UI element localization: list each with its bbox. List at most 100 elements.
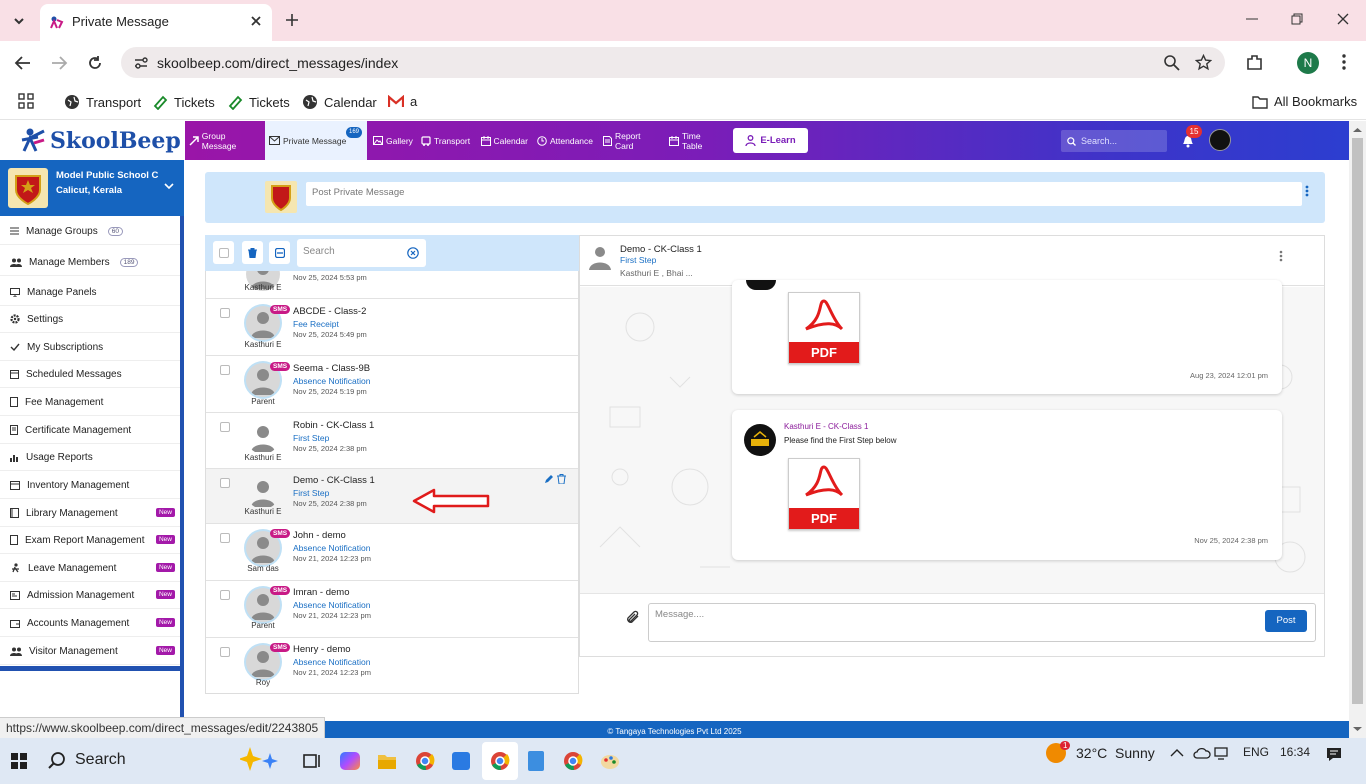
file-explorer-icon[interactable] [377,752,397,770]
list-item[interactable]: SMS John - demo Absence Notification Nov… [206,524,578,581]
clock-time[interactable]: 16:34 [1280,745,1310,759]
apps-grid-icon[interactable] [18,93,34,109]
nav-attendance[interactable]: Attendance [533,121,599,160]
scrollbar-thumb[interactable] [1352,138,1363,704]
sidebar-item-settings[interactable]: Settings [0,306,180,333]
task-view-icon[interactable] [303,752,321,770]
row-checkbox[interactable] [220,365,230,375]
row-checkbox[interactable] [220,422,230,432]
pdf-attachment[interactable]: PDF [788,458,860,530]
compose-menu-icon[interactable] [1305,185,1309,197]
nav-search-input[interactable]: Search... [1061,130,1167,152]
forward-icon[interactable] [50,54,68,72]
delete-trash-icon[interactable] [557,474,566,484]
extensions-icon[interactable] [1245,53,1264,72]
sidebar-item-my-subscriptions[interactable]: My Subscriptions [0,334,180,361]
paint-icon[interactable] [600,751,620,771]
list-item[interactable]: SMS Henry - demo Absence Notification No… [206,638,578,693]
chat-menu-icon[interactable] [1279,250,1283,262]
minimize-icon[interactable] [1245,12,1259,26]
edit-pencil-icon[interactable] [544,474,554,484]
all-bookmarks[interactable]: All Bookmarks [1252,94,1357,109]
sidebar-item-visitor-management[interactable]: Visitor Management New [0,638,180,665]
nav-private-message[interactable]: Private Message 169 [265,121,367,160]
restore-icon[interactable] [1290,12,1304,26]
network-icon[interactable] [1214,746,1230,760]
paperclip-icon[interactable] [625,609,641,625]
list-item[interactable]: Nov 25, 2024 5:53 pm Kasthuri E [206,257,578,299]
browser-tab[interactable]: Private Message [40,4,272,41]
delete-trash-icon[interactable] [242,241,263,264]
compose-input[interactable]: Post Private Message [306,182,1302,206]
chrome-icon[interactable] [415,751,435,771]
new-tab-icon[interactable] [284,12,300,28]
school-selector[interactable]: Model Public School C Calicut, Kerala [0,160,184,216]
list-item[interactable]: SMS Seema - Class-9B Absence Notificatio… [206,356,578,413]
chrome-icon[interactable] [563,751,583,771]
close-window-icon[interactable] [1336,12,1350,26]
row-checkbox[interactable] [220,308,230,318]
cloud-sync-icon[interactable] [1193,746,1211,760]
nav-gallery[interactable]: Gallery [369,121,417,160]
reload-icon[interactable] [86,54,104,72]
tab-search-icon[interactable] [10,12,28,30]
omnibox[interactable]: skoolbeep.com/direct_messages/index [121,47,1225,78]
sidebar-item-fee-management[interactable]: Fee Management [0,389,180,416]
nav-time-table[interactable]: Time Table [665,121,727,160]
browser-menu-icon[interactable] [1340,53,1348,71]
site-info-icon[interactable] [133,55,149,71]
bookmark-calendar[interactable]: Calendar [302,94,377,110]
list-item[interactable]: Robin - CK-Class 1 First Step Nov 25, 20… [206,413,578,469]
post-button[interactable]: Post [1265,610,1307,632]
sidebar-item-admission-management[interactable]: Admission Management New [0,582,180,609]
nav-group-message[interactable]: Group Message [185,121,265,160]
user-avatar[interactable] [1209,129,1231,151]
sidebar-item-library-management[interactable]: Library Management New [0,500,180,527]
list-item-selected[interactable]: Demo - CK-Class 1 First Step Nov 25, 202… [206,469,578,524]
sidebar-item-manage-groups[interactable]: Manage Groups 60 [0,218,180,245]
sidebar-item-usage-reports[interactable]: Usage Reports [0,444,180,471]
row-checkbox[interactable] [220,533,230,543]
store-icon[interactable] [452,752,470,770]
bookmark-star-icon[interactable] [1195,54,1212,71]
row-checkbox[interactable] [220,478,230,488]
nav-transport[interactable]: Transport [417,121,477,160]
language-indicator[interactable]: ENG [1243,745,1269,759]
close-tab-icon[interactable] [249,14,263,28]
weather-text[interactable]: 32°C Sunny [1076,745,1155,761]
sidebar-item-leave-management[interactable]: Leave Management New [0,555,180,582]
notepad-icon[interactable] [528,751,544,771]
sidebar-item-manage-members[interactable]: Manage Members 189 [0,249,180,276]
windows-start-icon[interactable] [11,753,27,769]
zoom-icon[interactable] [1163,54,1180,71]
copilot-app-icon[interactable] [340,752,360,770]
bookmark-transport[interactable]: Transport [64,94,141,110]
row-checkbox[interactable] [220,590,230,600]
nav-calendar[interactable]: Calendar [477,121,532,160]
sidebar-item-inventory-management[interactable]: Inventory Management [0,472,180,499]
list-item[interactable]: SMS ABCDE - Class-2 Fee Receipt Nov 25, … [206,299,578,356]
clear-search-icon[interactable] [407,247,419,259]
list-search-input[interactable]: Search [297,239,426,267]
sidebar-item-scheduled-messages[interactable]: Scheduled Messages [0,361,180,388]
elearn-button[interactable]: E-Learn [733,128,808,153]
notifications-icon[interactable] [1326,746,1342,762]
sidebar-item-exam-report-management[interactable]: Exam Report Management New [0,527,180,554]
sidebar-item-manage-panels[interactable]: Manage Panels [0,279,180,306]
list-item[interactable]: SMS Imran - demo Absence Notification No… [206,581,578,638]
chevron-down-icon[interactable] [164,182,174,190]
bookmark-tickets-2[interactable]: Tickets [227,94,290,110]
bookmark-gmail[interactable]: a [388,94,417,109]
app-logo[interactable]: SkoolBeep [50,128,181,154]
sidebar-item-certificate-management[interactable]: Certificate Management [0,417,180,444]
back-icon[interactable] [14,54,32,72]
active-chrome-window[interactable] [482,742,518,780]
taskbar-search[interactable]: Search [48,751,126,769]
nav-report-card[interactable]: Report Card [599,121,665,160]
select-all-checkbox[interactable] [213,241,234,264]
chevron-up-icon[interactable] [1170,748,1184,758]
bookmark-tickets-1[interactable]: Tickets [152,94,215,110]
pdf-attachment[interactable]: PDF [788,292,860,364]
archive-icon[interactable] [269,241,290,264]
row-checkbox[interactable] [220,647,230,657]
